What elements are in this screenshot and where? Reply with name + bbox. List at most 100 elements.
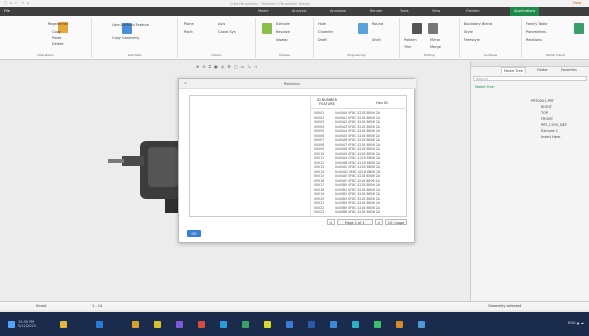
table-cell-hex[interactable]: 0x00AD 0F8C 4218 8B06 2A <box>335 170 380 174</box>
quick-access-new-icon[interactable]: □ <box>4 1 7 5</box>
table-cell-id[interactable]: 00020 <box>314 197 324 201</box>
table-cell-hex[interactable]: 0x00AB 0F8C 4218 8B06 2A <box>335 161 380 165</box>
table-cell-hex[interactable]: 0x00AF 0F8C 4218 8B06 2A <box>335 179 380 183</box>
zoom-in-icon[interactable]: ⊕ <box>196 64 199 69</box>
plane-button[interactable]: Plane <box>184 22 194 26</box>
coord-sys-button[interactable]: Coord Sys <box>218 30 236 34</box>
tree-item-part[interactable]: PRT0001.PRT <box>531 99 554 103</box>
axis-button[interactable]: Axis <box>218 22 225 26</box>
model-tree-root[interactable]: Model Tree <box>475 85 494 89</box>
table-cell-hex[interactable]: 0x00B6 0F8C 4218 8B06 2A <box>335 210 380 214</box>
parameters-button[interactable]: Parameters <box>526 30 546 34</box>
tab-analysis[interactable]: Analysis <box>292 9 306 13</box>
tab-render[interactable]: Render <box>370 9 382 13</box>
table-cell-hex[interactable]: 0x00B5 0F8C 4218 8B06 2A <box>335 206 380 210</box>
table-cell-id[interactable]: 00005 <box>314 129 324 133</box>
tab-favorites[interactable]: Favorites <box>559 67 579 73</box>
edge-icon[interactable] <box>96 321 103 328</box>
annotation-display-icon[interactable]: → <box>254 64 257 69</box>
table-cell-hex[interactable]: 0x00A4 0F8C 4218 8B06 2A <box>335 129 380 133</box>
tab-annotate[interactable]: Annotate <box>330 9 346 13</box>
table-cell-hex[interactable]: 0x00A9 0F8C 4218 8B06 2A <box>335 152 380 156</box>
app-icon-6[interactable] <box>242 321 249 328</box>
trim-button[interactable]: Trim <box>404 45 411 49</box>
spin-center-icon[interactable]: ↘ <box>247 64 250 69</box>
file-explorer-icon[interactable] <box>60 321 67 328</box>
extrude-button[interactable]: Extrude <box>276 22 290 26</box>
table-cell-hex[interactable]: 0x00A7 0F8C 4218 8B06 2A <box>335 143 380 147</box>
table-cell-id[interactable]: 00023 <box>314 210 324 214</box>
file-menu[interactable]: File <box>4 9 10 13</box>
table-cell-hex[interactable]: 0x00AE 0F8C 4218 8B06 2A <box>335 174 380 178</box>
table-cell-id[interactable]: 00010 <box>314 152 324 156</box>
quick-access-play-icon[interactable]: ▸ <box>10 1 12 5</box>
mirror-icon[interactable] <box>428 23 438 34</box>
tree-item-extrude[interactable]: Extrude 1 <box>541 129 558 133</box>
family-table-icon[interactable] <box>574 23 584 34</box>
tree-item-front[interactable]: FRONT <box>541 117 553 121</box>
revolve-button[interactable]: Revolve <box>276 30 290 34</box>
file-menu-label[interactable]: File <box>4 9 10 13</box>
app-icon-5[interactable] <box>220 321 227 328</box>
style-button[interactable]: Style <box>464 30 473 34</box>
pager-size-select[interactable]: 10 / page <box>385 219 407 225</box>
tree-item-insert-here[interactable]: Insert Here <box>541 135 560 139</box>
table-cell-id[interactable]: 00014 <box>314 170 324 174</box>
saved-views-icon[interactable]: ▣ <box>214 64 218 69</box>
table-cell-id[interactable]: 00008 <box>314 143 324 147</box>
table-cell-hex[interactable]: 0x00A1 0F8C 4218 8B06 2A <box>335 116 380 120</box>
udf-button[interactable]: User-Defined Feature <box>112 23 149 27</box>
tab-view[interactable]: View <box>432 9 440 13</box>
copy-button[interactable]: Copy <box>52 30 61 34</box>
help-button[interactable]: Help <box>573 1 581 5</box>
zoom-out-icon[interactable]: ⊖ <box>202 64 205 69</box>
boundary-blend-button[interactable]: Boundary Blend <box>464 22 492 26</box>
table-cell-id[interactable]: 00009 <box>314 147 324 151</box>
app-icon-14[interactable] <box>418 321 425 328</box>
app-icon-1[interactable] <box>132 321 139 328</box>
app-icon-3[interactable] <box>176 321 183 328</box>
regenerate-button[interactable]: Regenerate <box>48 22 68 26</box>
table-cell-id[interactable]: 00021 <box>314 201 324 205</box>
table-cell-id[interactable]: 00015 <box>314 174 324 178</box>
start-icon[interactable] <box>8 321 15 328</box>
tab-model-tree[interactable]: Model Tree <box>501 67 526 73</box>
table-cell-id[interactable]: 00016 <box>314 179 324 183</box>
chamfer-button[interactable]: Chamfer <box>318 30 333 34</box>
family-table-button[interactable]: Family Table <box>526 22 547 26</box>
display-style-icon[interactable]: ▢ <box>234 64 238 69</box>
settings-icon[interactable]: ⚙ <box>227 64 231 69</box>
tab-model[interactable]: Model <box>258 9 269 13</box>
table-cell-id[interactable]: 00022 <box>314 206 324 210</box>
quick-access-home-icon[interactable]: ⌂ <box>27 1 29 5</box>
tab-folder[interactable]: Folder <box>535 67 550 73</box>
ok-button[interactable]: OK <box>187 230 201 237</box>
tab-tools[interactable]: Tools <box>400 9 409 13</box>
quick-access-undo-icon[interactable]: ← <box>15 1 18 5</box>
point-button[interactable]: Point <box>184 30 193 34</box>
refit-icon[interactable]: ⌗ <box>209 64 211 69</box>
system-tray[interactable]: ENG ▲ ☁ <box>568 321 584 325</box>
quick-access-redo-icon[interactable]: → <box>21 1 24 5</box>
part-model[interactable] <box>108 141 185 213</box>
table-cell-hex[interactable]: 0x00B4 0F8C 4218 8B06 2A <box>335 201 380 205</box>
table-cell-id[interactable]: 00006 <box>314 134 324 138</box>
table-cell-hex[interactable]: 0x00AA 0F8C 4218 8B06 2A <box>335 156 380 160</box>
table-cell-id[interactable]: 00003 <box>314 120 324 124</box>
freestyle-button[interactable]: Freestyle <box>464 38 480 42</box>
app-icon-4[interactable] <box>198 321 205 328</box>
table-cell-hex[interactable]: 0x00B0 0F8C 4218 8B06 2A <box>335 183 380 187</box>
table-cell-hex[interactable]: 0x00A0 0F8C 4218 8B06 2A <box>335 111 380 115</box>
hole-icon[interactable] <box>358 23 368 34</box>
table-cell-id[interactable]: 00012 <box>314 161 324 165</box>
relations-button[interactable]: Relations <box>526 38 542 42</box>
pattern-icon[interactable] <box>412 23 422 34</box>
shell-button[interactable]: Shell <box>372 38 381 42</box>
app-icon-10[interactable] <box>330 321 337 328</box>
table-cell-id[interactable]: 00007 <box>314 138 324 142</box>
round-button[interactable]: Round <box>372 22 383 26</box>
table-cell-id[interactable]: 00002 <box>314 116 324 120</box>
table-cell-id[interactable]: 00004 <box>314 125 324 129</box>
table-cell-hex[interactable]: 0x00A5 0F8C 4218 8B06 2A <box>335 134 380 138</box>
table-cell-hex[interactable]: 0x00A3 0F8C 4218 8B06 2A <box>335 125 380 129</box>
